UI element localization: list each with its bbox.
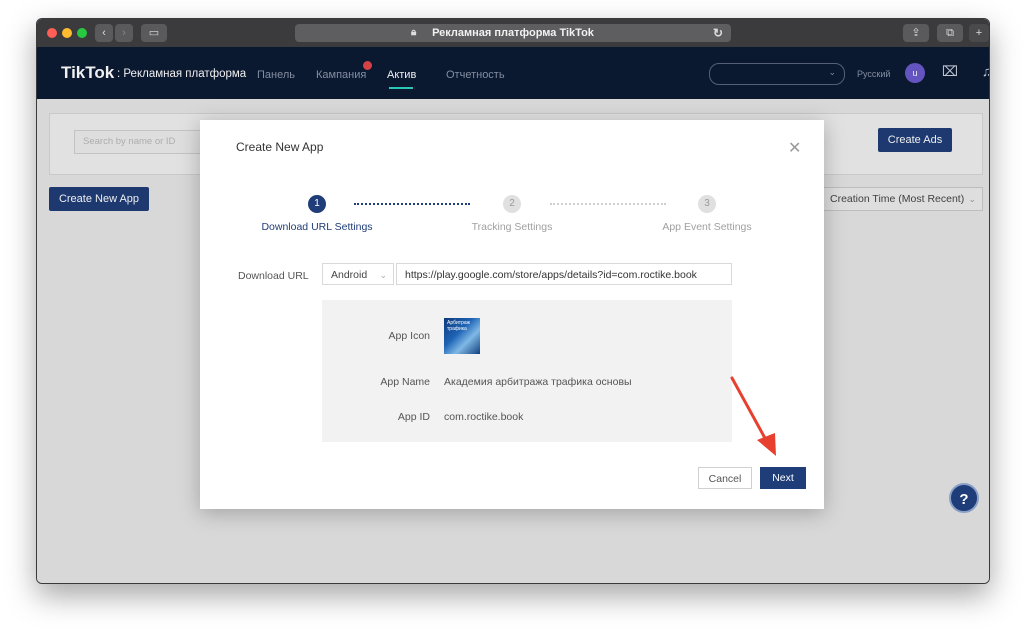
app-icon-text: Арбитраж трафика [447, 320, 470, 332]
step-2-label: Tracking Settings [471, 221, 553, 233]
app-id-label: App ID [397, 411, 430, 423]
step-3-circle: 3 [698, 195, 716, 213]
os-select-value: Android [331, 269, 368, 281]
app-name-label: App Name [380, 376, 430, 388]
share-icon[interactable]: ⇪ [903, 24, 929, 42]
forward-icon[interactable]: › [115, 24, 133, 42]
help-icon[interactable]: ? [949, 483, 979, 513]
app-id-value: com.roctike.book [444, 411, 524, 423]
app-preview: App Icon Арбитраж трафика App Name Акаде… [322, 300, 732, 442]
minimize-window-button[interactable] [62, 28, 72, 38]
step-connector [354, 203, 470, 205]
download-url-input[interactable]: https://play.google.com/store/apps/detai… [396, 263, 732, 285]
step-3-label: App Event Settings [662, 221, 752, 233]
chevron-down-icon: ⌄ [379, 270, 387, 280]
tabs-icon[interactable]: ⧉ [937, 24, 963, 42]
maximize-window-button[interactable] [77, 28, 87, 38]
lock-icon: 🔒︎ [411, 27, 417, 38]
cancel-button[interactable]: Cancel [698, 467, 752, 489]
step-2-circle: 2 [503, 195, 521, 213]
modal-title: Create New App [236, 140, 324, 154]
download-url-label: Download URL [238, 270, 309, 282]
back-icon[interactable]: ‹ [95, 24, 113, 42]
create-app-modal: Create New App ✕ 1 2 3 Download URL Sett… [200, 120, 824, 509]
title-bar: ‹ › ▭ 🔒︎ Рекламная платформа TikTok ↻ ⇪ … [37, 19, 989, 47]
os-select[interactable]: Android ⌄ [322, 263, 394, 285]
reload-icon[interactable]: ↻ [713, 24, 723, 42]
new-tab-icon[interactable]: + [969, 24, 989, 42]
app-icon-label: App Icon [388, 330, 430, 342]
sidebar-icon[interactable]: ▭ [141, 24, 167, 42]
close-icon[interactable]: ✕ [788, 138, 801, 158]
step-1-label: Download URL Settings [261, 221, 373, 233]
next-button[interactable]: Next [760, 467, 806, 489]
step-connector [550, 203, 666, 205]
address-bar[interactable]: 🔒︎ Рекламная платформа TikTok ↻ [295, 24, 731, 42]
app-icon: Арбитраж трафика [444, 318, 480, 354]
step-1-circle: 1 [308, 195, 326, 213]
app-name-value: Академия арбитража трафика основы [444, 376, 632, 388]
close-window-button[interactable] [47, 28, 57, 38]
page-title: Рекламная платформа TikTok [432, 27, 594, 39]
